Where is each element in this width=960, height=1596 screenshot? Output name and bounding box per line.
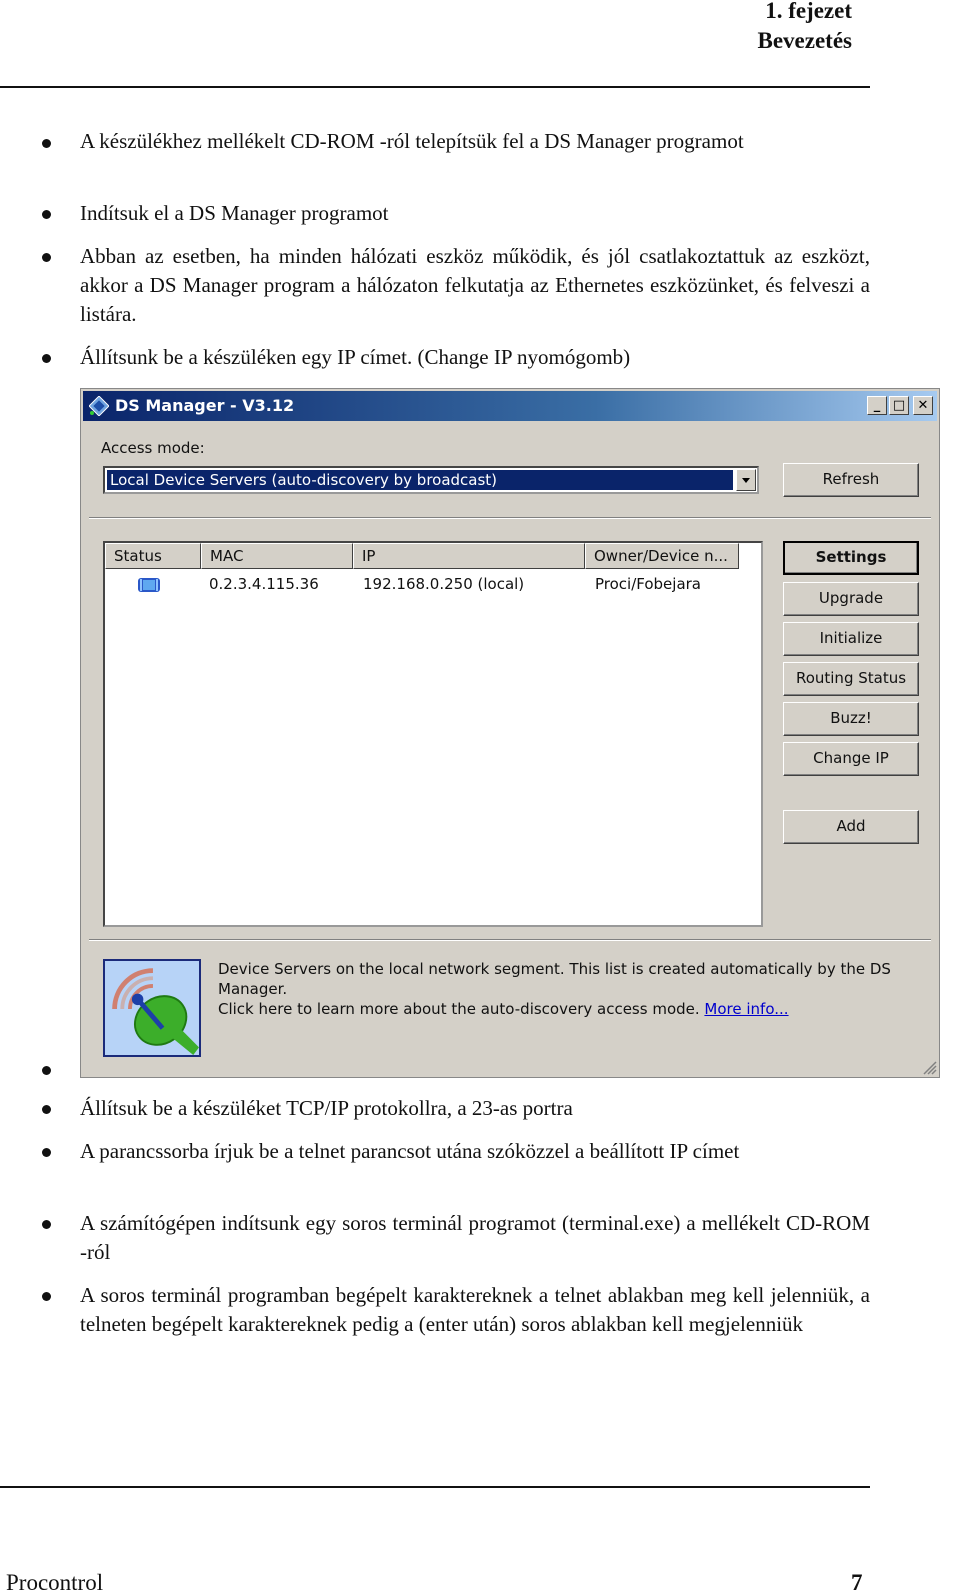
chevron-down-icon[interactable] — [736, 469, 756, 491]
page-number: 7 — [851, 1570, 863, 1595]
info-learn-more: Click here to learn more about the auto-… — [218, 1000, 700, 1018]
bullet-dot — [42, 210, 51, 219]
bullet-dot — [42, 1105, 51, 1114]
access-mode-value: Local Device Servers (auto-discovery by … — [107, 470, 733, 490]
access-mode-label: Access mode: — [101, 439, 205, 457]
ds-manager-app-icon — [89, 396, 109, 416]
column-header-status[interactable]: Status — [105, 543, 201, 569]
bullet-dot — [42, 139, 51, 148]
column-header-ip[interactable]: IP — [353, 543, 585, 569]
chapter-number: 1. fejezet — [765, 0, 852, 23]
bullet-dot — [42, 1066, 51, 1075]
info-description: Device Servers on the local network segm… — [218, 960, 891, 998]
page-header: 1. fejezet Bevezetés — [758, 0, 853, 56]
row-mac: 0.2.3.4.115.36 — [209, 575, 319, 593]
bullet-item: Állítsunk be a készüléken egy IP címet. … — [80, 345, 631, 369]
window-title: DS Manager - V3.12 — [115, 396, 295, 415]
bullet-dot — [42, 1220, 51, 1229]
resize-grip-icon[interactable] — [921, 1059, 937, 1075]
access-mode-select[interactable]: Local Device Servers (auto-discovery by … — [103, 466, 759, 494]
buzz-button[interactable]: Buzz! — [783, 702, 919, 736]
divider — [89, 939, 931, 941]
device-online-icon — [138, 578, 160, 592]
bullet-item: A parancssorba írjuk be a telnet parancs… — [80, 1139, 740, 1163]
bullet-dot — [42, 354, 51, 363]
bullet-item: A számítógépen indítsunk egy soros termi… — [80, 1211, 870, 1264]
minimize-button[interactable]: _ — [867, 396, 887, 415]
change-ip-button[interactable]: Change IP — [783, 742, 919, 776]
footer-rule — [0, 1486, 870, 1488]
bullet-dot — [42, 1148, 51, 1157]
bullet-dot — [42, 1292, 51, 1301]
title-bar[interactable]: DS Manager - V3.12 _ □ ✕ — [83, 391, 937, 421]
routing-status-button[interactable]: Routing Status — [783, 662, 919, 696]
column-header-mac[interactable]: MAC — [201, 543, 353, 569]
ds-manager-window: DS Manager - V3.12 _ □ ✕ Access mode: Lo… — [80, 388, 940, 1078]
more-info-link[interactable]: More info... — [704, 1000, 788, 1018]
chapter-title: Bevezetés — [757, 28, 853, 53]
row-ip: 192.168.0.250 (local) — [363, 575, 525, 593]
settings-button[interactable]: Settings — [783, 541, 919, 575]
close-button[interactable]: ✕ — [913, 396, 933, 415]
satellite-dish-icon — [103, 959, 201, 1057]
bullet-item: Indítsuk el a DS Manager programot — [80, 201, 389, 225]
row-owner: Proci/Fobejara — [595, 575, 702, 593]
upgrade-button[interactable]: Upgrade — [783, 582, 919, 616]
refresh-button[interactable]: Refresh — [783, 463, 919, 497]
bullet-item: Állítsuk be a készüléket TCP/IP protokol… — [80, 1096, 573, 1120]
footer-company: Procontrol — [6, 1570, 104, 1595]
bullet-item: A készülékhez mellékelt CD-ROM -ról tele… — [80, 129, 744, 153]
add-button[interactable]: Add — [783, 810, 919, 844]
bullet-dot — [42, 253, 51, 262]
column-header-owner[interactable]: Owner/Device n... — [585, 543, 739, 569]
bullet-item: Abban az esetben, ha minden hálózati esz… — [80, 244, 870, 326]
maximize-button[interactable]: □ — [889, 396, 909, 415]
header-rule — [0, 86, 870, 88]
initialize-button[interactable]: Initialize — [783, 622, 919, 656]
info-panel[interactable]: Device Servers on the local network segm… — [218, 959, 898, 1019]
device-list[interactable]: Status MAC IP Owner/Device n... 0.2.3.4.… — [103, 541, 763, 927]
divider — [89, 517, 931, 519]
bullet-item: A soros terminál programban begépelt kar… — [80, 1283, 870, 1336]
